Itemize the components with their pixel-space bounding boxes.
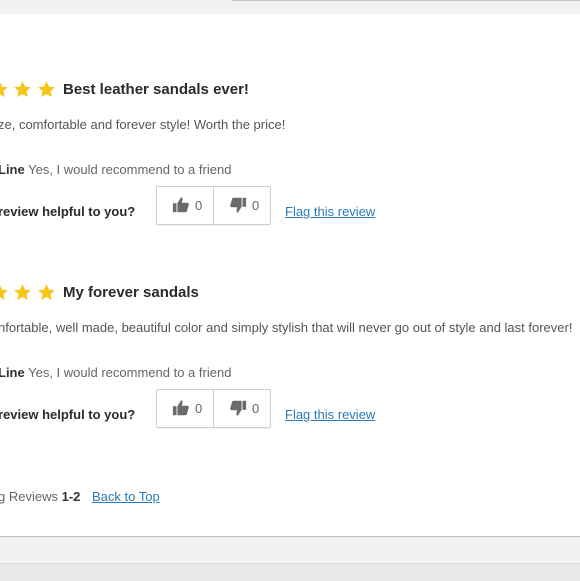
helpful-yes-count: 0 [195, 198, 203, 213]
top-bar [0, 0, 580, 14]
thumbs-up-icon [172, 400, 189, 416]
helpful-yes-count: 0 [195, 401, 203, 416]
review-title: My forever sandals [63, 284, 199, 301]
bottom-line-label: Line [0, 365, 25, 380]
star-icon [14, 284, 32, 300]
helpful-yes-button[interactable]: 0 [157, 187, 214, 224]
pager-range: 1-2 [61, 489, 81, 504]
bottom-line-label: Line [0, 162, 25, 177]
helpful-question: review helpful to you? [0, 204, 136, 219]
top-divider [232, 0, 580, 1]
flag-review-link[interactable]: Flag this review [285, 407, 375, 422]
bottom-line-text: Yes, I would recommend to a friend [28, 162, 232, 177]
bottom-line: Line Yes, I would recommend to a friend [0, 162, 231, 177]
review-body: ze, comfortable and forever style! Worth… [0, 117, 286, 132]
helpful-vote-box: 0 0 [156, 389, 271, 428]
flag-review-link[interactable]: Flag this review [285, 204, 375, 219]
star-icon [38, 81, 55, 97]
bottom-line-text: Yes, I would recommend to a friend [28, 365, 232, 380]
review-body: nfortable, well made, beautiful color an… [0, 320, 573, 335]
star-icon [38, 284, 55, 300]
thumbs-up-icon [172, 197, 189, 213]
thumbs-down-icon [230, 400, 247, 416]
star-icon [0, 82, 8, 97]
star-icon [14, 81, 32, 97]
helpful-no-button[interactable]: 0 [214, 390, 270, 427]
helpful-question: review helpful to you? [0, 407, 136, 422]
star-rating [0, 80, 56, 104]
helpful-no-button[interactable]: 0 [214, 187, 270, 224]
helpful-no-count: 0 [252, 401, 260, 416]
helpful-vote-box: 0 0 [156, 186, 271, 225]
reviews-panel: Best leather sandals ever! ze, comfortab… [0, 14, 580, 537]
helpful-no-count: 0 [252, 198, 260, 213]
review-pager: g Reviews 1-2 Back to Top [0, 489, 160, 504]
pager-prefix: g Reviews [0, 489, 58, 504]
bottom-line: Line Yes, I would recommend to a friend [0, 365, 231, 380]
helpful-yes-button[interactable]: 0 [157, 390, 214, 427]
star-icon [0, 285, 8, 300]
back-to-top-link[interactable]: Back to Top [92, 489, 160, 504]
review-title: Best leather sandals ever! [63, 81, 249, 98]
bottom-strip [0, 563, 580, 581]
star-rating [0, 283, 56, 307]
thumbs-down-icon [230, 197, 247, 213]
